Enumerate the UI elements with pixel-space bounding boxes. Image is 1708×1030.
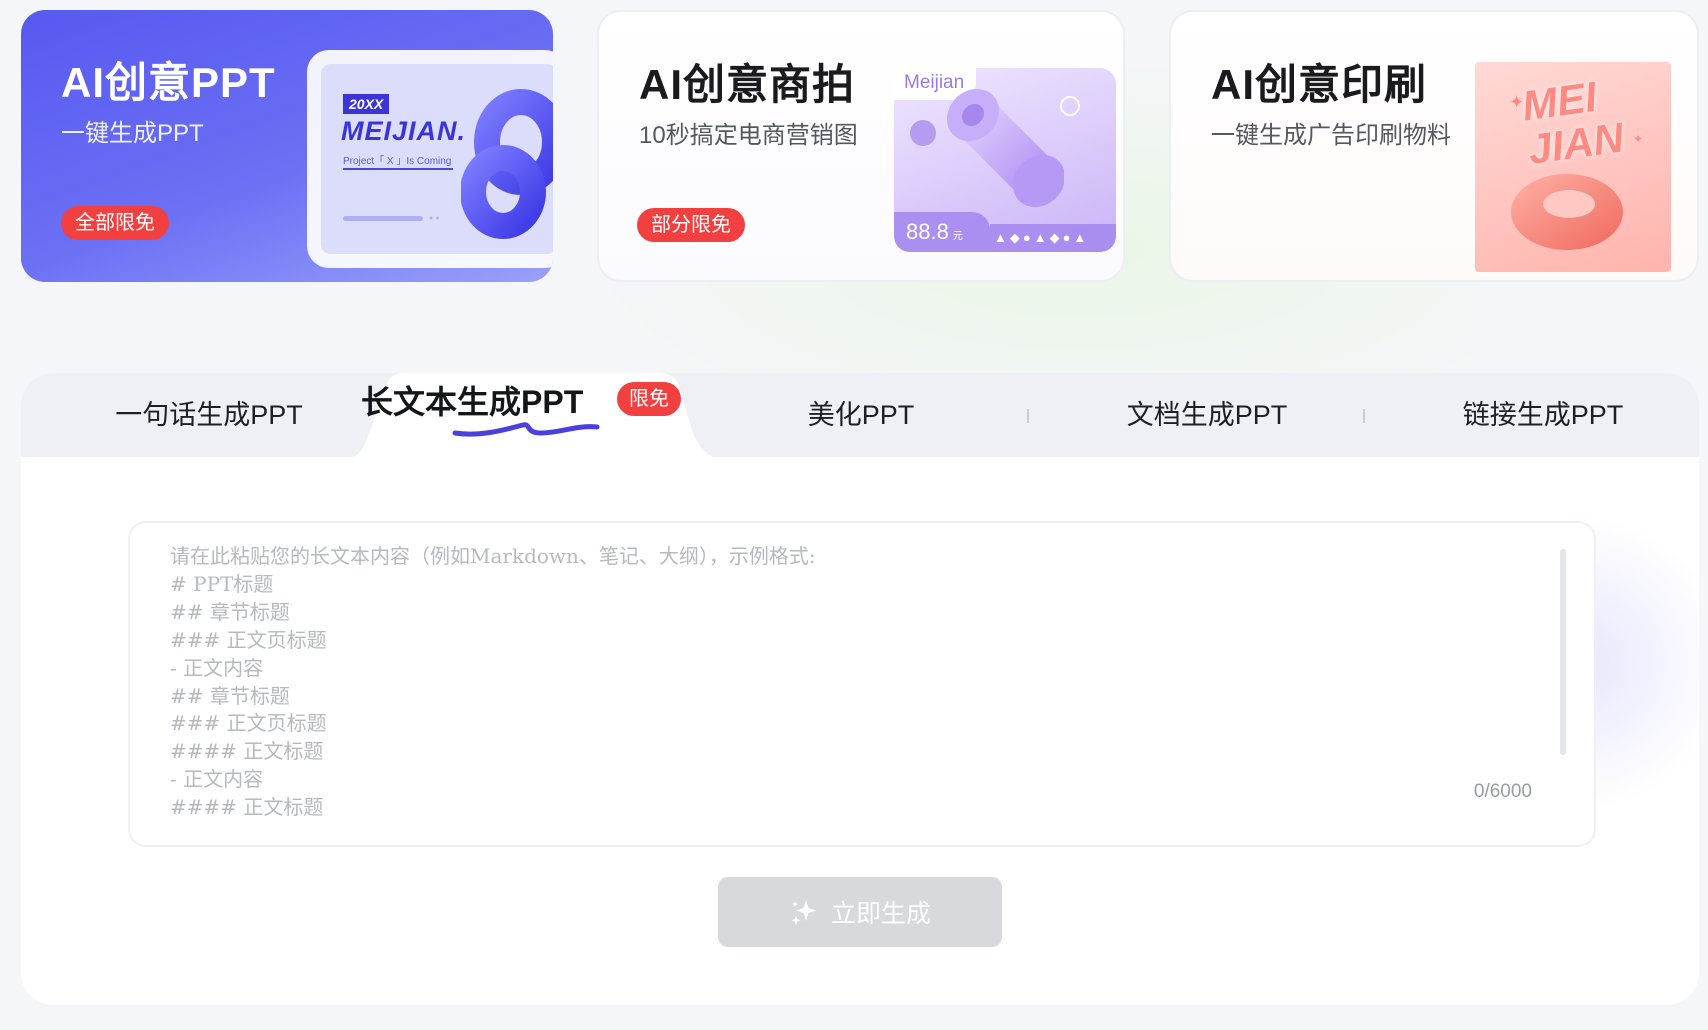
card-title-ai: AI [61,59,105,106]
ai-print-card[interactable]: AI创意印刷 一键生成广告印刷物料 MEI JIAN ✦ ✦ [1169,10,1699,282]
slide-brand-text: MEIJIAN. [341,116,467,146]
card-title: AI创意PPT [61,62,276,104]
slide-dots: ●● [429,215,442,222]
card-title: AI创意印刷 [1211,64,1427,106]
generate-button[interactable]: 立即生成 [718,877,1002,947]
card-title-text: 创意PPT [105,59,276,106]
tab-link-ppt[interactable]: 链接生成PPT [1393,373,1693,457]
ppt-slide-thumbnail: 20XX MEIJIAN. Project「 X 」Is Coming ●● [321,64,553,254]
sparkle-decoration-icon: ✦ [1633,132,1644,146]
page: AI创意PPT 一键生成PPT 全部限免 20XX MEIJIAN. Proje… [0,0,1708,1030]
ai-ppt-card[interactable]: AI创意PPT 一键生成PPT 全部限免 20XX MEIJIAN. Proje… [21,10,553,282]
3d-ring-icon [1511,174,1623,250]
tab-bar: 一句话生成PPT 长文本生成PPT 限免 美化PPT 文档生成PPT 链接生成P… [21,373,1699,461]
price-value: 88.8 [906,219,949,244]
3d-knot-icon [461,89,553,239]
slide-divider [343,168,453,170]
free-badge: 限免 [617,382,681,416]
card-title: AI创意商拍 [639,64,855,106]
card-title-text: 创意印刷 [1255,61,1428,108]
card-title-ai: AI [639,61,683,108]
long-text-input[interactable] [170,543,1530,833]
slide-progress-bar [343,216,423,221]
tab-beautify-ppt[interactable]: 美化PPT [741,373,981,457]
print-illustration: MEI JIAN ✦ ✦ [1475,62,1671,272]
tab-separator [1027,409,1029,423]
card-title-ai: AI [1211,61,1255,108]
generator-panel: 一句话生成PPT 长文本生成PPT 限免 美化PPT 文档生成PPT 链接生成P… [21,373,1699,1005]
card-subtitle: 一键生成PPT [61,120,204,147]
editor-scrollbar[interactable] [1560,549,1566,755]
slide-year-label: 20XX [343,94,390,114]
generate-button-label: 立即生成 [830,900,931,928]
sparkle-icon [789,897,819,927]
ai-product-photo-card[interactable]: AI创意商拍 10秒搞定电商营销图 部分限免 Meijian 88.8 元 ▲◆●… [597,10,1125,282]
print-lettering: MEI JIAN [1519,72,1626,174]
product-photo-illustration: Meijian 88.8 元 ▲◆●▲◆●▲ [894,68,1116,252]
ball-decoration [910,120,936,146]
slide-tagline: Project「 X 」Is Coming [343,156,452,167]
shape-strip: ▲◆●▲◆●▲ [990,224,1116,252]
long-text-editor: 0/6000 [128,521,1596,847]
card-title-text: 创意商拍 [683,61,856,108]
tab-separator [1363,409,1365,423]
price-unit: 元 [952,231,963,242]
tab-document-ppt[interactable]: 文档生成PPT [1057,373,1357,457]
card-subtitle: 一键生成广告印刷物料 [1211,122,1451,149]
card-subtitle: 10秒搞定电商营销图 [639,122,858,149]
partial-free-badge: 部分限免 [637,208,745,242]
free-badge: 全部限免 [61,206,169,240]
tab-one-sentence-ppt[interactable]: 一句话生成PPT [61,373,357,457]
3d-cylinder-icon [946,88,1064,208]
price-tag: 88.8 元 [894,212,990,252]
ppt-preview-illustration: 20XX MEIJIAN. Project「 X 」Is Coming ●● [307,50,553,268]
active-tab-underline [452,422,600,437]
character-counter: 0/6000 [1473,781,1532,802]
sparkle-decoration-icon: ✦ [1509,92,1525,112]
